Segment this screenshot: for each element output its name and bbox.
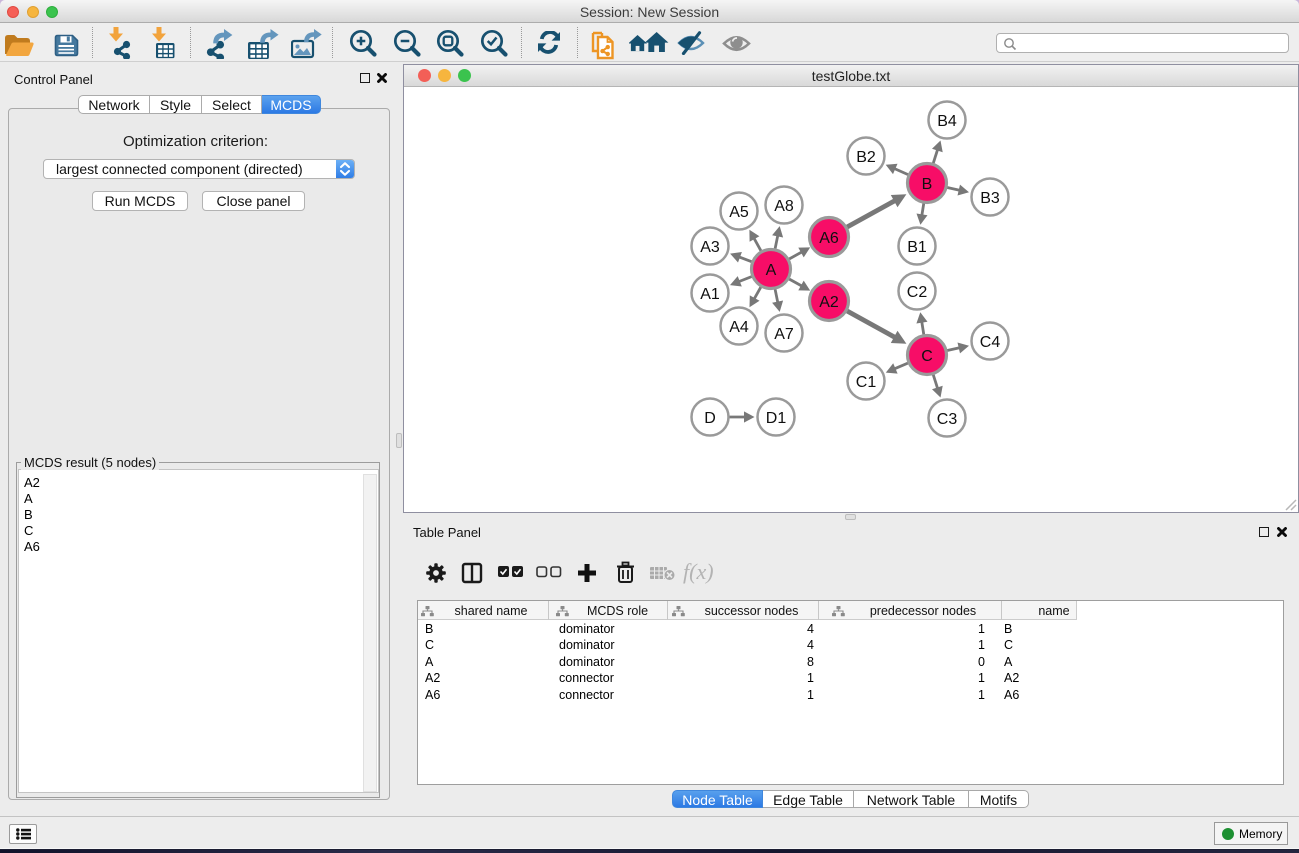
svg-text:B3: B3	[980, 190, 1000, 207]
svg-text:A8: A8	[774, 198, 794, 215]
svg-text:A1: A1	[700, 286, 720, 303]
svg-text:B2: B2	[856, 149, 876, 166]
svg-text:A7: A7	[774, 326, 794, 343]
svg-text:D: D	[704, 410, 716, 427]
svg-text:B: B	[922, 176, 933, 193]
svg-text:C2: C2	[907, 284, 928, 301]
svg-text:A5: A5	[729, 204, 749, 221]
svg-text:D1: D1	[766, 410, 787, 427]
svg-text:C: C	[921, 348, 933, 365]
svg-text:A2: A2	[819, 294, 839, 311]
svg-text:B1: B1	[907, 239, 927, 256]
svg-text:A6: A6	[819, 230, 839, 247]
svg-text:C4: C4	[980, 334, 1001, 351]
svg-text:B4: B4	[937, 113, 957, 130]
svg-text:C3: C3	[937, 411, 958, 428]
svg-text:C1: C1	[856, 374, 877, 391]
svg-text:A3: A3	[700, 239, 720, 256]
svg-text:A: A	[766, 262, 777, 279]
svg-text:A4: A4	[729, 319, 749, 336]
